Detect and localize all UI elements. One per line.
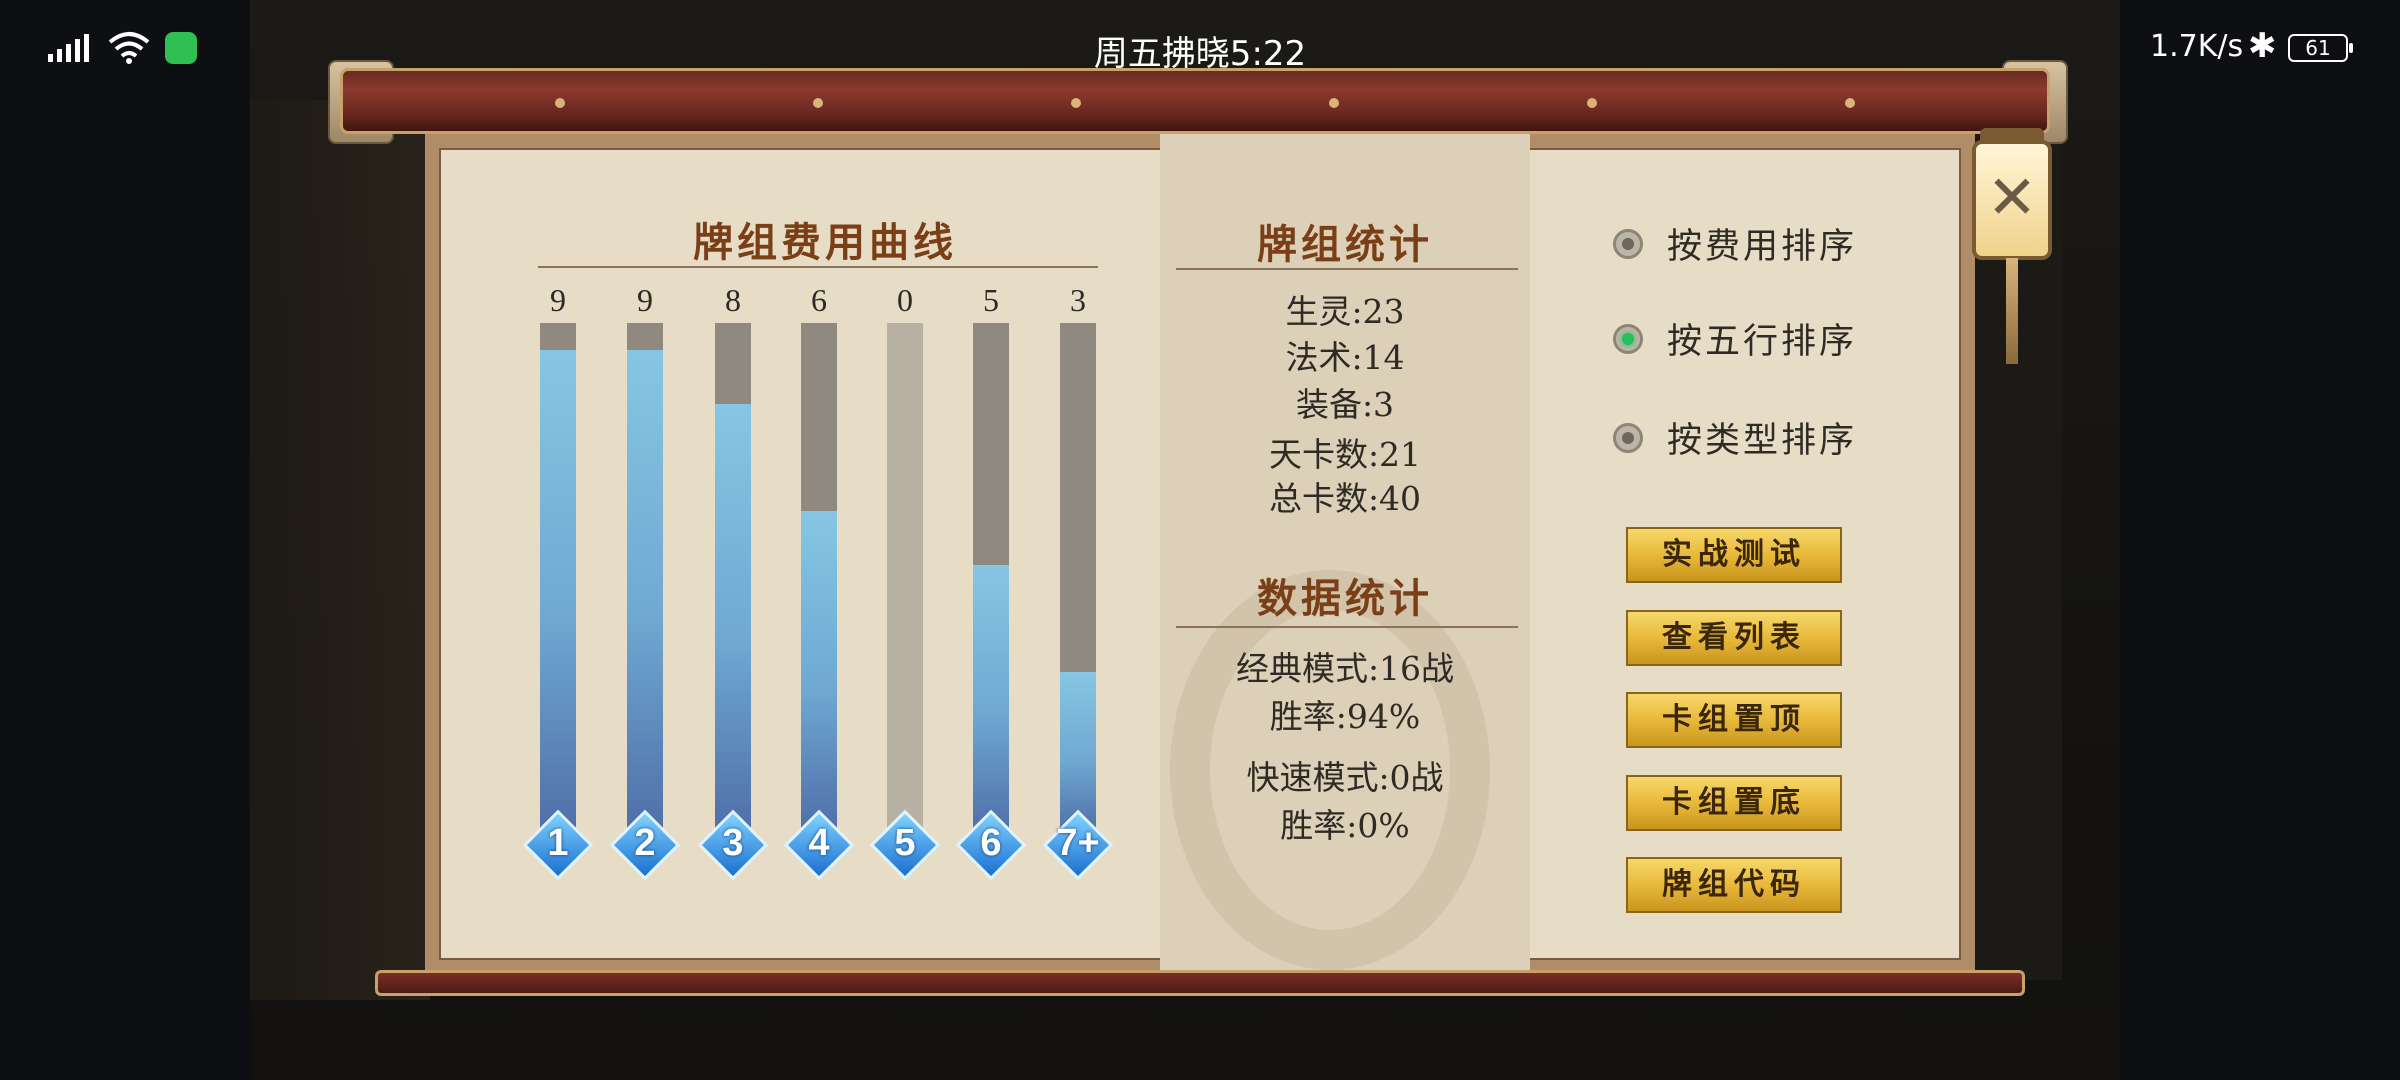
cost-bar-value: 8 <box>725 282 741 318</box>
deck-stats-rule <box>1176 268 1518 270</box>
cost-bar-fill <box>715 404 751 833</box>
cost-category-label: 5 <box>894 822 916 864</box>
sort-by-cost-option[interactable]: 按费用排序 <box>1613 218 1857 269</box>
lantern-tassel <box>2006 258 2018 364</box>
bluetooth-icon: ✱ <box>2248 26 2277 66</box>
cost-bar-track <box>887 323 923 833</box>
cost-category-label: 3 <box>722 822 744 864</box>
cost-bar-fill <box>627 350 663 833</box>
cost-bar-value: 0 <box>897 282 913 318</box>
deck-move-bottom-button[interactable]: 卡组置底 <box>1626 775 1842 831</box>
sort-by-element-option[interactable]: 按五行排序 <box>1613 313 1857 364</box>
cost-bar-track <box>540 323 576 833</box>
cost-curve-rule <box>538 266 1098 268</box>
stat-sky-cards: 天卡数:21 <box>1268 435 1422 474</box>
cost-bar-track <box>1060 323 1096 833</box>
stat-creatures: 生灵:23 <box>1285 292 1405 331</box>
cost-bar-track <box>715 323 751 833</box>
cost-bar-value: 3 <box>1070 282 1086 318</box>
view-list-button[interactable]: 查看列表 <box>1626 610 1842 666</box>
cost-category-label: 1 <box>547 822 569 864</box>
cost-bar-fill <box>540 350 576 833</box>
background-deck-strip <box>250 100 430 1000</box>
battery-indicator: 61 <box>2288 34 2353 62</box>
cost-bar-value: 5 <box>983 282 999 318</box>
cost-bar-value: 6 <box>811 282 827 318</box>
scroll-rod-bottom <box>375 970 2025 996</box>
cost-bar-fill <box>801 511 837 833</box>
cost-bar-track <box>801 323 837 833</box>
radio-selected-icon[interactable] <box>1613 323 1643 354</box>
close-icon: ✕ <box>1986 163 2038 233</box>
stat-classic-winrate: 胜率:94% <box>1269 697 1421 736</box>
cost-bar-track <box>973 323 1009 833</box>
data-stats-title: 数据统计 <box>1257 575 1433 622</box>
battle-test-button[interactable]: 实战测试 <box>1626 527 1842 583</box>
scroll-rod-top <box>340 68 2050 134</box>
network-speed: 1.7K/s <box>2150 29 2244 64</box>
radio-icon[interactable] <box>1613 422 1643 453</box>
cost-bar-value: 9 <box>637 282 653 318</box>
cost-bar-fill <box>973 565 1009 833</box>
deck-stats-title: 牌组统计 <box>1257 221 1433 268</box>
cost-curve-title: 牌组费用曲线 <box>693 219 957 266</box>
cost-category-label: 2 <box>634 822 656 864</box>
stat-total-cards: 总卡数:40 <box>1268 479 1422 518</box>
data-stats-rule <box>1176 626 1518 628</box>
sort-by-cost-label: 按费用排序 <box>1667 227 1858 267</box>
cost-category-label: 4 <box>808 822 830 864</box>
cost-category-label: 6 <box>980 822 1002 864</box>
stat-quick-winrate: 胜率:0% <box>1280 806 1410 845</box>
stat-classic-mode: 经典模式:16战 <box>1235 649 1455 688</box>
cost-category-label: 7+ <box>1056 822 1100 864</box>
sort-by-type-option[interactable]: 按类型排序 <box>1613 412 1857 463</box>
cost-bar-value: 9 <box>550 282 566 318</box>
stat-equipment: 装备:3 <box>1295 385 1395 424</box>
stat-quick-mode: 快速模式:0战 <box>1246 758 1444 797</box>
deck-move-top-button[interactable]: 卡组置顶 <box>1626 692 1842 748</box>
stat-spells: 法术:14 <box>1285 338 1405 377</box>
close-button[interactable]: ✕ <box>1972 140 2052 260</box>
sort-by-type-label: 按类型排序 <box>1667 421 1858 461</box>
radio-icon[interactable] <box>1613 228 1643 259</box>
cost-bar-track <box>627 323 663 833</box>
sort-by-element-label: 按五行排序 <box>1667 322 1858 362</box>
deck-code-button[interactable]: 牌组代码 <box>1626 857 1842 913</box>
